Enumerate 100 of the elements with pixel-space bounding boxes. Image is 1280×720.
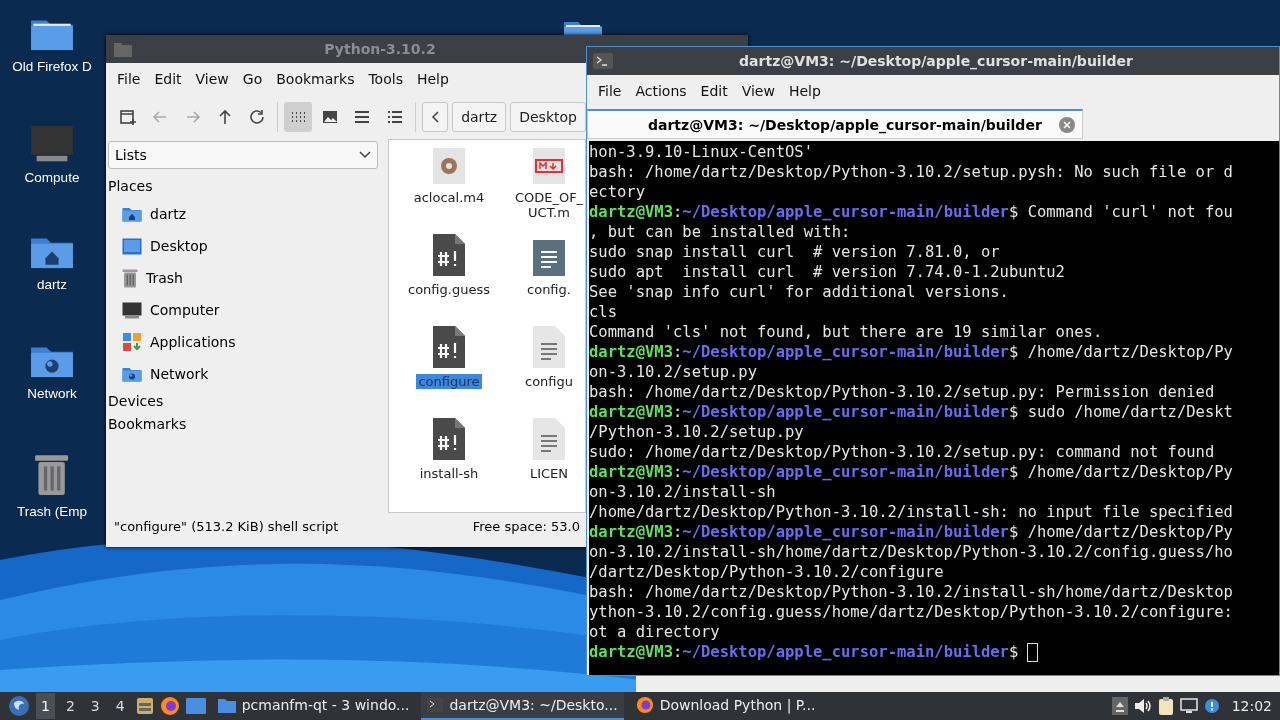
sidebar-item[interactable]: Desktop [108, 230, 378, 262]
prompt-user: dartz@VM3 [589, 203, 673, 221]
file-name[interactable]: install-sh [417, 466, 481, 481]
detail-view-icon [385, 108, 404, 126]
menu-item[interactable]: File [110, 71, 148, 87]
prompt-user: dartz@VM3 [589, 403, 673, 421]
menu-item[interactable]: Edit [693, 83, 735, 99]
menu-item[interactable]: Bookmarks [269, 71, 362, 87]
volume-icon[interactable] [1133, 698, 1152, 714]
command-text: $ /home/dartz/Desktop/Py [1008, 343, 1233, 361]
file-name[interactable]: configu [523, 374, 575, 389]
menu-item[interactable]: Help [781, 83, 828, 99]
new-window-icon [119, 108, 138, 126]
status-text: "configure" (513.2 KiB) shell script [114, 519, 339, 534]
fox-globe-icon[interactable] [159, 696, 180, 716]
close-icon[interactable] [1058, 115, 1076, 134]
prompt-separator: : [673, 523, 683, 541]
desktop-icon [122, 237, 142, 255]
output-line: on-3.10.2/install-sh [589, 482, 776, 502]
menu-item[interactable]: File [591, 83, 629, 99]
breadcrumb[interactable]: dartz [452, 102, 507, 132]
desktop-icon-label[interactable]: Old Firefox D [12, 59, 92, 75]
text-file-icon [533, 326, 565, 368]
workspace-button[interactable]: 2 [60, 693, 80, 719]
breadcrumb[interactable]: Desktop [510, 102, 586, 132]
sidebar-item[interactable]: dartz [108, 198, 378, 230]
command-text: $ /home/dartz/Desktop/Py [1008, 523, 1233, 541]
home-folder-icon [122, 206, 142, 222]
sidebar-item[interactable]: Computer [108, 294, 378, 326]
workspace-button[interactable]: 4 [110, 693, 130, 719]
applications-icon [122, 332, 142, 352]
notification-icon[interactable] [1203, 698, 1220, 714]
section-header[interactable]: Devices [108, 390, 378, 413]
task-button[interactable]: Download Python | P... [629, 692, 822, 720]
file-name[interactable]: CODE_OF_ UCT.m [512, 190, 585, 220]
chevron-down-icon [359, 151, 371, 159]
prompt-path: ~/Desktop/apple_cursor-main/builder [682, 403, 1009, 421]
file-cabinet-icon[interactable] [135, 697, 154, 715]
folder-icon [217, 697, 236, 713]
prompt-path: ~/Desktop/apple_cursor-main/builder [682, 203, 1009, 221]
menu-item[interactable]: View [734, 83, 782, 99]
thumbnail-view-icon [321, 108, 340, 126]
desktop-icon-label[interactable]: Trash (Emp [17, 504, 87, 519]
prompt-user: dartz@VM3 [589, 463, 673, 481]
markdown-file-icon [533, 148, 565, 184]
menu-item[interactable]: View [188, 71, 236, 87]
command-text: $ [1008, 643, 1019, 661]
output-line: ython-3.10.2/config.guess/home/dartz/Desktop/Python-3.10.2/configure: [589, 602, 1233, 622]
workspace-button[interactable]: 3 [85, 693, 105, 719]
prompt-user: dartz@VM3 [589, 643, 673, 661]
terminal-icon [593, 53, 613, 69]
sidebar-item[interactable]: Network [108, 358, 378, 390]
start-menu-icon[interactable] [8, 695, 30, 717]
output-line: /dartz/Desktop/Python-3.10.2/configure [589, 562, 944, 582]
prompt-path: ~/Desktop/apple_cursor-main/builder [682, 643, 1009, 661]
prompt-path: ~/Desktop/apple_cursor-main/builder [682, 523, 1009, 541]
output-line: ectory [589, 182, 645, 202]
clipboard-icon[interactable] [1157, 697, 1174, 715]
output-line: on-3.10.2/setup.py [589, 362, 757, 382]
command-text: $ Command 'curl' not fou [1008, 203, 1233, 221]
file-name[interactable]: config.guess [406, 282, 492, 297]
output-line: sudo apt install curl # version 7.74.0-1.2ubuntu2 [589, 262, 1065, 282]
file-name[interactable]: config. [525, 282, 573, 297]
file-name[interactable]: aclocal.m4 [411, 190, 487, 205]
sidebar-item[interactable]: Trash [108, 262, 378, 294]
reload-icon [247, 108, 266, 126]
toolbar-button[interactable] [283, 102, 313, 132]
monitor-icon [30, 125, 74, 163]
prompt-path: ~/Desktop/apple_cursor-main/builder [682, 343, 1009, 361]
terminal-tab[interactable]: dartz@VM3: ~/Desktop/apple_cursor-main/builder [587, 109, 1083, 139]
prompt-separator: : [673, 403, 683, 421]
clock[interactable]: 12:02 [1231, 698, 1272, 714]
desktop-icon-label[interactable]: Compute [24, 170, 80, 186]
menu-item[interactable]: Actions [628, 83, 694, 99]
menu-item[interactable]: Help [409, 71, 456, 87]
workspace-button[interactable]: 1 [36, 693, 55, 719]
scroll-left-button[interactable] [421, 102, 449, 132]
file-name[interactable]: LICEN [527, 466, 571, 481]
menu-item[interactable]: Edit [147, 71, 189, 87]
section-header[interactable]: Places [108, 175, 378, 198]
command-text: $ sudo /home/dartz/Deskt [1008, 403, 1233, 421]
prompt-path: ~/Desktop/apple_cursor-main/builder [682, 463, 1009, 481]
chevron-left-icon [430, 111, 439, 123]
menu-item[interactable]: Go [235, 71, 270, 87]
trash-icon [122, 268, 138, 288]
output-line: bash: /home/dartz/Desktop/Python-3.10.2/install-sh/home/dartz/Desktop [589, 582, 1233, 602]
desktop-icon-label[interactable]: Network [27, 386, 77, 402]
display-icon[interactable] [1179, 698, 1198, 714]
task-button[interactable]: pcmanfm-qt - 3 windo... [211, 692, 416, 720]
menu-item[interactable]: Tools [361, 71, 410, 87]
task-button[interactable]: dartz@VM3: ~/Deskto... [421, 692, 624, 720]
desktop-icon-label[interactable]: dartz [37, 277, 67, 293]
network-folder-icon [122, 366, 142, 382]
output-line: bash: /home/dartz/Desktop/Python-3.10.2/setup.py: Permission denied [589, 382, 1215, 402]
gear-file-icon [433, 148, 465, 184]
side-pane-mode-dropdown[interactable]: Lists [108, 141, 378, 169]
section-header[interactable]: Bookmarks [108, 413, 378, 436]
sidebar-item[interactable]: Applications [108, 326, 378, 358]
desktop-icon[interactable] [185, 698, 206, 714]
text-file-icon [533, 418, 565, 460]
